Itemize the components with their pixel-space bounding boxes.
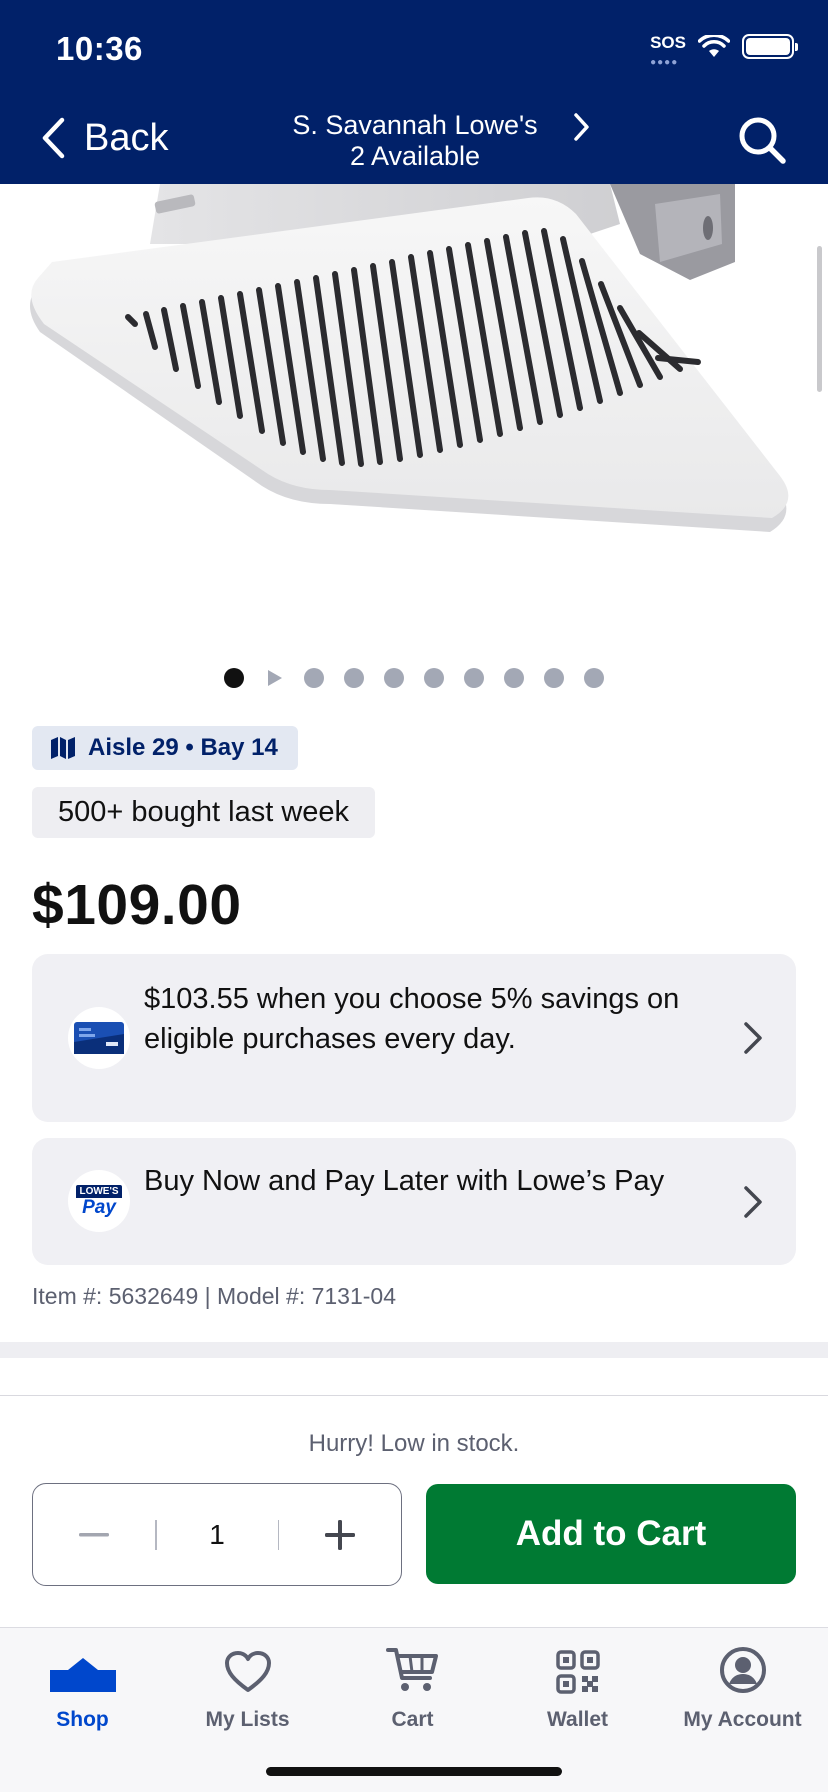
carousel-dot-6[interactable] — [424, 668, 444, 688]
lowes-pay-promo[interactable]: LOWE'S Pay Buy Now and Pay Later with Lo… — [32, 1138, 796, 1265]
wifi-icon — [698, 34, 730, 57]
cart-icon — [385, 1648, 438, 1691]
store-name: S. Savannah Lowe's — [292, 110, 538, 140]
carousel-dot-3[interactable] — [304, 668, 324, 688]
quantity-value[interactable]: 1 — [157, 1519, 278, 1551]
sos-label: SOS — [650, 33, 686, 52]
store-selector[interactable]: S. Savannah Lowe's 2 Available — [240, 110, 590, 172]
image-carousel-dots — [0, 668, 828, 688]
search-button[interactable] — [736, 114, 788, 171]
tab-wallet[interactable]: Wallet — [495, 1638, 660, 1738]
product-price: $109.00 — [32, 873, 242, 937]
heart-icon — [224, 1651, 271, 1692]
back-button[interactable]: Back — [40, 116, 168, 160]
lowes-credit-card-icon — [68, 1007, 130, 1069]
carousel-dot-1[interactable] — [224, 668, 244, 688]
sos-indicator: SOS ●●●● — [650, 34, 686, 68]
account-icon — [719, 1647, 766, 1693]
carousel-dot-9[interactable] — [544, 668, 564, 688]
chevron-right-icon — [574, 113, 589, 141]
carousel-video-play-icon[interactable] — [264, 668, 284, 688]
minus-icon — [79, 1532, 109, 1536]
tab-cart[interactable]: Cart — [330, 1638, 495, 1738]
tab-my-lists[interactable]: My Lists — [165, 1638, 330, 1738]
scrollbar[interactable] — [817, 246, 822, 392]
status-time: 10:36 — [56, 30, 143, 67]
search-icon — [739, 117, 786, 164]
item-model-number: Item #: 5632649 | Model #: 7131-04 — [32, 1283, 397, 1309]
plus-icon — [325, 1519, 355, 1550]
lowes-pay-logo: LOWE'S Pay — [76, 1185, 122, 1218]
tab-wallet-label: Wallet — [546, 1708, 609, 1731]
shop-icon — [49, 1658, 116, 1692]
carousel-dot-4[interactable] — [344, 668, 364, 688]
top-navigation-bar: 10:36 SOS ●●●● Back S. Savannah Lowe's 2… — [0, 0, 828, 184]
social-proof-text: 500+ bought last week — [58, 796, 350, 828]
quantity-stepper: 1 — [32, 1483, 402, 1586]
add-to-cart-button[interactable]: Add to Cart — [426, 1484, 796, 1584]
tab-my-lists-label: My Lists — [205, 1708, 290, 1731]
status-indicators: SOS ●●●● — [650, 34, 798, 68]
store-availability: 2 Available — [349, 141, 481, 171]
carousel-dot-7[interactable] — [464, 668, 484, 688]
lowes-pay-icon: LOWE'S Pay — [68, 1170, 130, 1232]
chevron-right-icon — [744, 1186, 762, 1218]
carousel-dot-10[interactable] — [584, 668, 604, 688]
section-divider — [0, 1342, 828, 1358]
tab-shop[interactable]: Shop — [0, 1638, 165, 1738]
exhaust-fan-illustration — [30, 184, 789, 533]
aisle-location-badge[interactable]: Aisle 29 • Bay 14 — [32, 726, 298, 770]
tab-my-account-label: My Account — [683, 1708, 802, 1731]
battery-icon — [742, 34, 798, 59]
decrease-quantity-button[interactable] — [33, 1484, 155, 1585]
tab-cart-label: Cart — [391, 1708, 434, 1731]
tab-my-account[interactable]: My Account — [660, 1638, 825, 1738]
aisle-label: Aisle 29 • Bay 14 — [88, 734, 278, 761]
social-proof-badge: 500+ bought last week — [32, 787, 376, 838]
chevron-right-icon — [744, 1022, 762, 1054]
qr-code-icon — [555, 1650, 600, 1694]
pay-logo-text: Pay — [82, 1197, 116, 1218]
home-indicator — [266, 1767, 562, 1776]
chevron-left-icon — [42, 117, 65, 159]
lowes-pay-promo-text: Buy Now and Pay Later with Lowe’s Pay — [144, 1165, 665, 1197]
tab-shop-label: Shop — [56, 1708, 109, 1731]
store-map-icon — [51, 737, 75, 759]
back-label: Back — [84, 116, 169, 159]
credit-savings-promo[interactable]: $103.55 when you choose 5% savings on el… — [32, 954, 796, 1122]
increase-quantity-button[interactable] — [279, 1484, 401, 1585]
product-image[interactable] — [0, 184, 828, 624]
carousel-dot-8[interactable] — [504, 668, 524, 688]
purchase-panel: Hurry! Low in stock. 1 Add to Cart — [0, 1395, 828, 1627]
signal-dots-icon: ●●●● — [650, 57, 679, 68]
carousel-dot-5[interactable] — [384, 668, 404, 688]
low-stock-message: Hurry! Low in stock. — [308, 1430, 520, 1457]
credit-promo-text: $103.55 when you choose 5% savings on el… — [144, 983, 680, 1055]
